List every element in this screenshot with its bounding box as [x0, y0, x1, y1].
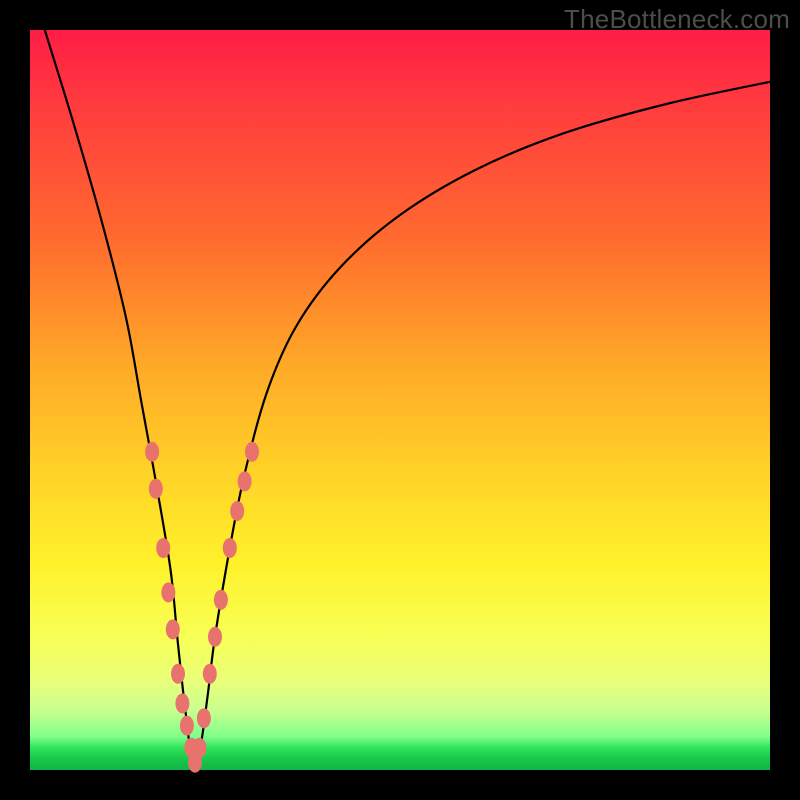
curve-marker [145, 442, 159, 462]
curve-marker [223, 538, 237, 558]
curve-marker [175, 693, 189, 713]
curve-marker [238, 471, 252, 491]
curve-marker [193, 738, 207, 758]
chart-frame: TheBottleneck.com [0, 0, 800, 800]
curve-marker [149, 479, 163, 499]
curve-marker [171, 664, 185, 684]
watermark-text: TheBottleneck.com [564, 4, 790, 35]
curve-marker [245, 442, 259, 462]
marker-group [145, 442, 259, 773]
curve-marker [166, 619, 180, 639]
curve-marker [161, 582, 175, 602]
curve-marker [180, 716, 194, 736]
chart-overlay [30, 30, 770, 770]
curve-marker [203, 664, 217, 684]
curve-marker [208, 627, 222, 647]
curve-marker [197, 708, 211, 728]
bottleneck-curve [45, 30, 770, 765]
curve-marker [214, 590, 228, 610]
curve-marker [156, 538, 170, 558]
curve-marker [230, 501, 244, 521]
